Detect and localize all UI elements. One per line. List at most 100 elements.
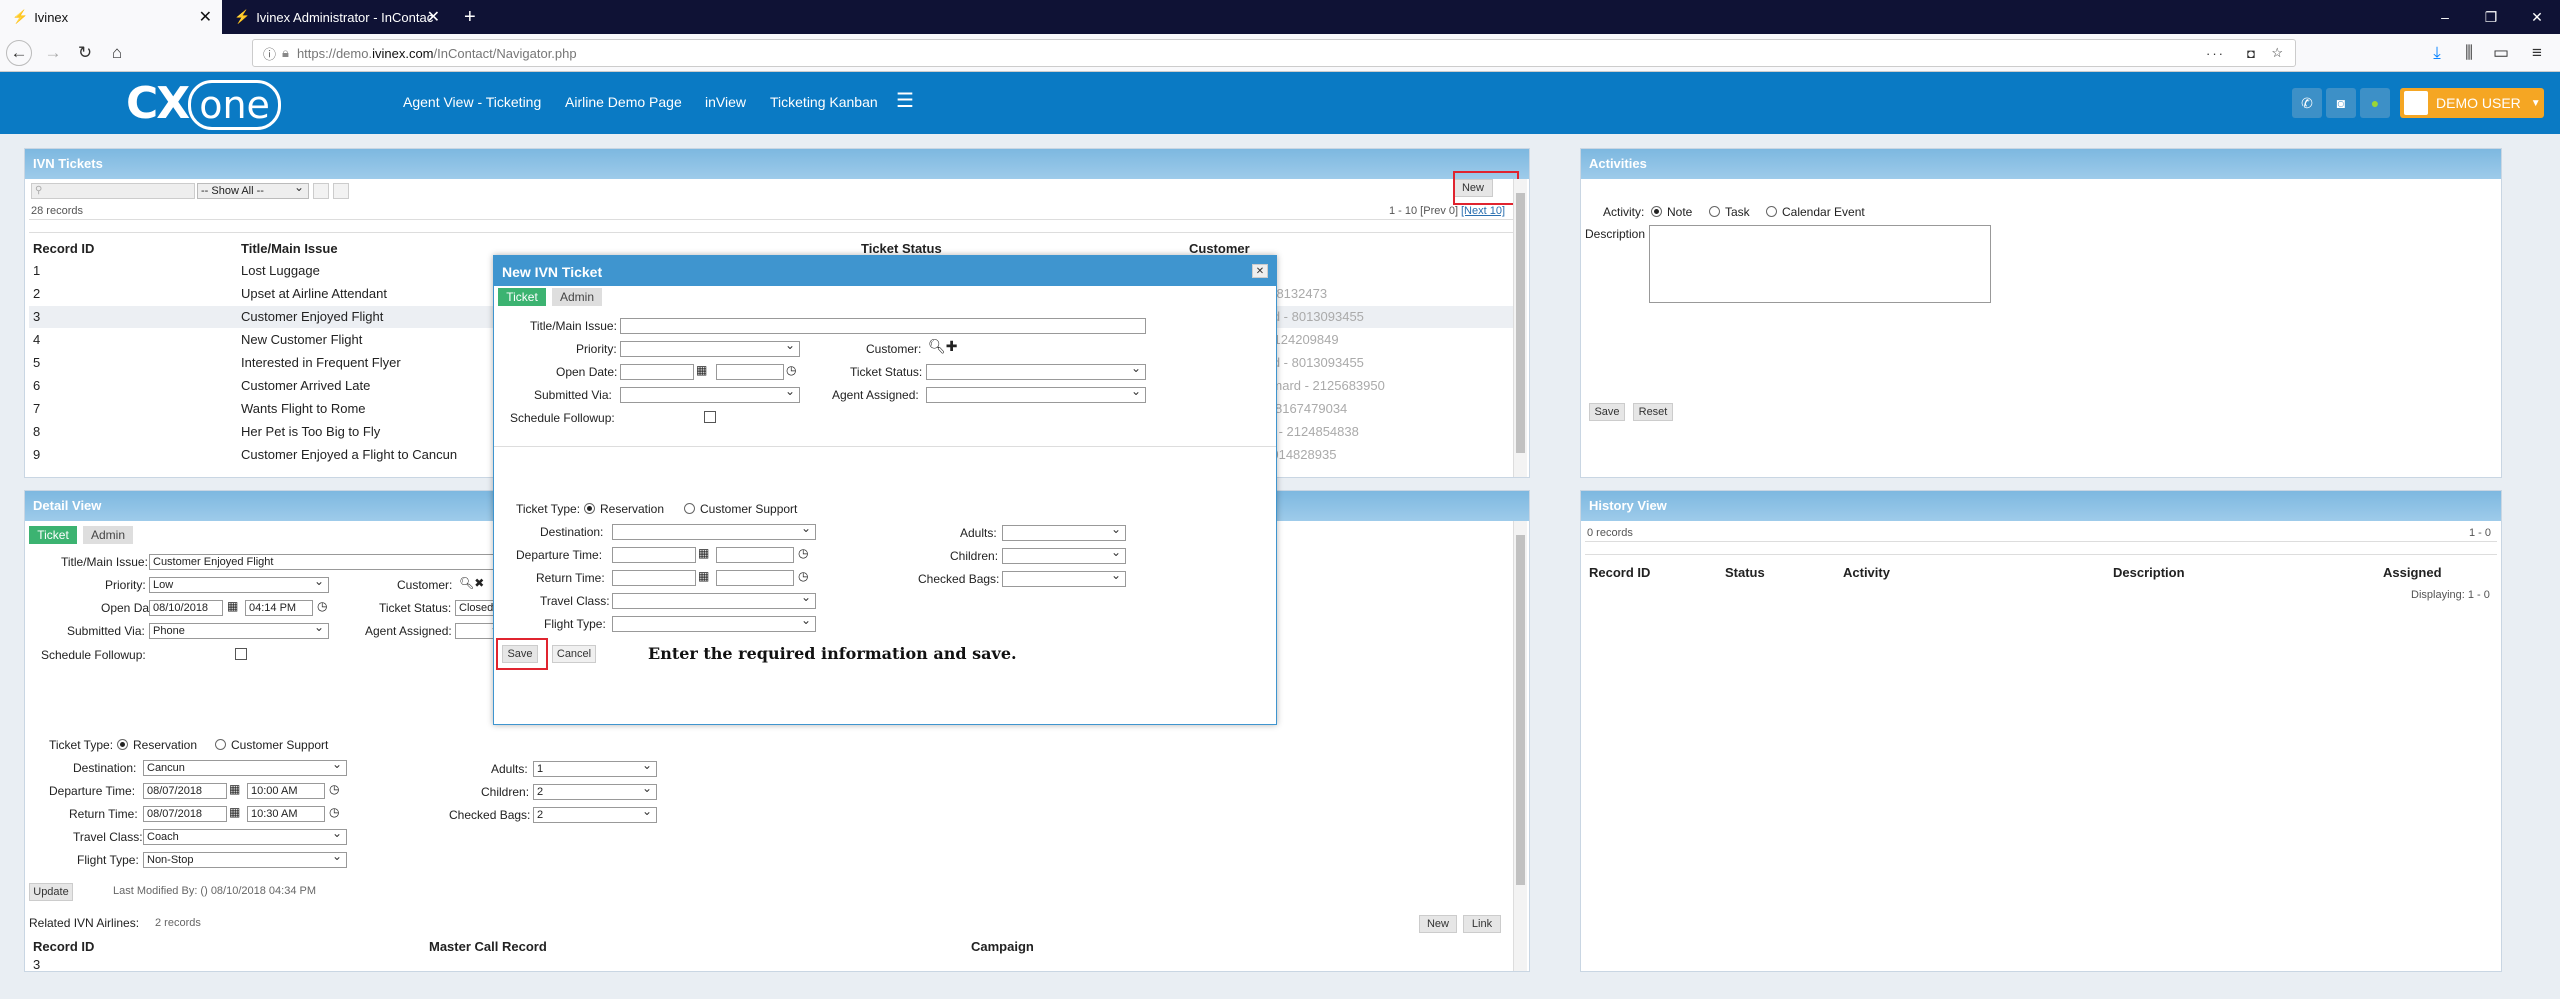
clock-icon[interactable]: ◷ bbox=[329, 805, 339, 819]
destination-select[interactable]: Cancun bbox=[143, 757, 347, 776]
calendar-icon[interactable]: ▦ bbox=[696, 363, 707, 377]
adults-select[interactable] bbox=[1002, 522, 1126, 541]
show-filter-select[interactable]: -- Show All -- bbox=[197, 180, 309, 199]
status-dot-icon[interactable]: ● bbox=[2360, 88, 2390, 118]
close-window-button[interactable]: ✕ bbox=[2514, 0, 2560, 34]
hamburger-menu-icon[interactable]: ☰ bbox=[896, 88, 914, 113]
back-arrow-icon[interactable]: ← bbox=[6, 40, 32, 66]
clock-icon[interactable]: ◷ bbox=[786, 363, 796, 377]
table-cell[interactable]: 4 bbox=[33, 332, 40, 347]
tab-admin[interactable]: Admin bbox=[83, 526, 133, 544]
return-date-input[interactable] bbox=[612, 570, 696, 586]
scrollbar-thumb[interactable] bbox=[1516, 535, 1525, 885]
table-cell[interactable]: 2 bbox=[33, 286, 40, 301]
table-cell[interactable]: Her Pet is Too Big to Fly bbox=[241, 424, 380, 439]
table-cell[interactable]: New Customer Flight bbox=[241, 332, 362, 347]
customer-search-add-icon[interactable]: 🔍︎✚ bbox=[928, 338, 958, 355]
browser-tab-admin[interactable]: ⚡ Ivinex Administrator - InContac ✕ bbox=[222, 0, 450, 34]
clock-icon[interactable]: ◷ bbox=[798, 569, 808, 583]
forward-arrow-icon[interactable]: → bbox=[40, 40, 66, 66]
departure-time-input[interactable] bbox=[716, 547, 794, 563]
column-filter-row[interactable] bbox=[29, 219, 1525, 233]
scrollbar-thumb[interactable] bbox=[1516, 193, 1525, 453]
travel-class-select[interactable] bbox=[612, 590, 816, 609]
page-actions-icon[interactable]: ··· bbox=[2206, 46, 2225, 61]
radio-reservation[interactable] bbox=[117, 739, 128, 750]
library-icon[interactable]: ⫼ bbox=[2456, 40, 2482, 66]
departure-time-input[interactable]: 10:00 AM bbox=[247, 783, 325, 799]
related-row-id[interactable]: 3 bbox=[33, 957, 40, 972]
column-header[interactable]: Record ID bbox=[33, 939, 94, 954]
activity-reset-button[interactable]: Reset bbox=[1633, 403, 1673, 421]
column-header[interactable]: Record ID bbox=[1589, 565, 1650, 580]
open-date-input[interactable]: 08/10/2018 bbox=[149, 600, 223, 616]
close-dialog-icon[interactable]: ✕ bbox=[1252, 264, 1268, 278]
column-header[interactable]: Campaign bbox=[971, 939, 1034, 954]
home-icon[interactable]: ⌂ bbox=[104, 40, 130, 66]
ticket-status-select[interactable] bbox=[926, 361, 1146, 380]
tab-ticket[interactable]: Ticket bbox=[29, 526, 77, 544]
tickets-scrollbar[interactable] bbox=[1513, 179, 1527, 477]
submitted-via-select[interactable] bbox=[620, 384, 800, 403]
calendar-icon[interactable]: ▦ bbox=[229, 782, 240, 796]
calendar-icon[interactable]: ▦ bbox=[229, 805, 240, 819]
column-header[interactable]: Title/Main Issue bbox=[241, 241, 338, 256]
priority-select[interactable] bbox=[620, 338, 800, 357]
customer-search-icon[interactable]: 🔍︎✖ bbox=[459, 576, 484, 590]
update-button[interactable]: Update bbox=[29, 883, 73, 901]
clock-icon[interactable]: ◷ bbox=[329, 782, 339, 796]
checked-bags-select[interactable] bbox=[1002, 568, 1126, 587]
related-link-button[interactable]: Link bbox=[1463, 915, 1501, 933]
travel-class-select[interactable]: Coach bbox=[143, 826, 347, 845]
agent-assigned-select[interactable] bbox=[926, 384, 1146, 403]
close-tab-icon[interactable]: ✕ bbox=[427, 7, 440, 27]
radio-reservation[interactable] bbox=[584, 503, 595, 514]
table-cell[interactable]: Customer Arrived Late bbox=[241, 378, 370, 393]
phone-icon[interactable]: ✆ bbox=[2292, 88, 2322, 118]
followup-checkbox[interactable] bbox=[704, 411, 716, 423]
return-date-input[interactable]: 08/07/2018 bbox=[143, 806, 227, 822]
return-time-input[interactable] bbox=[716, 570, 794, 586]
next-page-link[interactable]: [Next 10] bbox=[1461, 205, 1505, 217]
radio-customer-support[interactable] bbox=[684, 503, 695, 514]
title-input[interactable] bbox=[620, 318, 1146, 334]
tab-ticket[interactable]: Ticket bbox=[498, 288, 546, 306]
column-header[interactable]: Activity bbox=[1843, 565, 1890, 580]
maximize-button[interactable]: ❐ bbox=[2468, 0, 2514, 34]
table-cell[interactable]: Lost Luggage bbox=[241, 263, 320, 278]
column-header[interactable]: Record ID bbox=[33, 241, 94, 256]
radio-customer-support[interactable] bbox=[215, 739, 226, 750]
column-header[interactable]: Status bbox=[1725, 565, 1765, 580]
table-cell[interactable]: 1 bbox=[33, 263, 40, 278]
refresh-icon[interactable] bbox=[313, 183, 329, 199]
flight-type-select[interactable] bbox=[612, 613, 816, 632]
user-menu-button[interactable]: DEMO USER ▼ bbox=[2400, 88, 2544, 118]
agent-status-icon[interactable]: ◙ bbox=[2326, 88, 2356, 118]
nav-ticketing-kanban[interactable]: Ticketing Kanban bbox=[770, 94, 878, 110]
menu-icon[interactable]: ≡ bbox=[2524, 40, 2550, 66]
calendar-icon[interactable]: ▦ bbox=[227, 599, 238, 613]
description-textarea[interactable] bbox=[1649, 225, 1991, 303]
tab-admin[interactable]: Admin bbox=[552, 288, 602, 306]
table-cell[interactable]: 3 bbox=[33, 309, 40, 324]
dialog-cancel-button[interactable]: Cancel bbox=[552, 645, 596, 663]
flight-type-select[interactable]: Non-Stop bbox=[143, 849, 347, 868]
calendar-icon[interactable]: ▦ bbox=[698, 569, 709, 583]
departure-date-input[interactable] bbox=[612, 547, 696, 563]
children-select[interactable] bbox=[1002, 545, 1126, 564]
table-cell[interactable]: 6 bbox=[33, 378, 40, 393]
table-cell[interactable]: Upset at Airline Attendant bbox=[241, 286, 387, 301]
close-tab-icon[interactable]: ✕ bbox=[199, 7, 212, 27]
checked-bags-select[interactable]: 2 bbox=[533, 804, 657, 823]
clock-icon[interactable]: ◷ bbox=[317, 599, 327, 613]
reload-icon[interactable]: ↻ bbox=[72, 40, 98, 66]
priority-select[interactable]: Low bbox=[149, 574, 329, 593]
nav-airline-demo[interactable]: Airline Demo Page bbox=[565, 94, 682, 110]
submitted-via-select[interactable]: Phone bbox=[149, 620, 329, 639]
departure-date-input[interactable]: 08/07/2018 bbox=[143, 783, 227, 799]
calendar-icon[interactable]: ▦ bbox=[698, 546, 709, 560]
open-date-input[interactable] bbox=[620, 364, 694, 380]
return-time-input[interactable]: 10:30 AM bbox=[247, 806, 325, 822]
column-header[interactable]: Master Call Record bbox=[429, 939, 547, 954]
table-cell[interactable]: Interested in Frequent Flyer bbox=[241, 355, 401, 370]
